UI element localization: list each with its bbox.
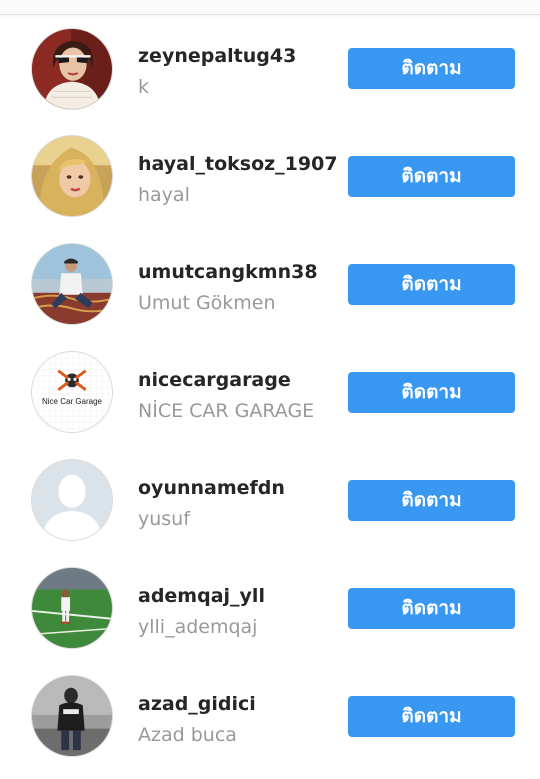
- list-item[interactable]: hayal_toksoz_1907 hayal ติดตาม: [0, 123, 540, 231]
- user-texts: nicecargarage NİCE CAR GARAGE: [138, 368, 314, 423]
- logo-text: Nice Car Garage: [41, 397, 103, 406]
- list-item[interactable]: zeynepaltug43 k ติดตาม: [0, 15, 540, 123]
- avatar[interactable]: [31, 675, 113, 757]
- full-name: Azad buca: [138, 724, 237, 746]
- list-item[interactable]: Nice Car Garage nicecargarage NİCE CAR G…: [0, 339, 540, 447]
- username[interactable]: umutcangkmn38: [138, 260, 318, 284]
- follow-button[interactable]: ติดตาม: [348, 696, 515, 737]
- full-name: hayal: [138, 184, 190, 206]
- follow-button[interactable]: ติดตาม: [348, 264, 515, 305]
- list-item[interactable]: oyunnamefdn yusuf ติดตาม: [0, 447, 540, 555]
- user-texts: zeynepaltug43 k: [138, 44, 296, 99]
- user-texts: azad_gidici Azad buca: [138, 692, 256, 747]
- follow-button[interactable]: ติดตาม: [348, 480, 515, 521]
- default-avatar-icon: [32, 460, 112, 540]
- avatar[interactable]: [31, 567, 113, 649]
- profile-photo-icon: [32, 568, 112, 648]
- full-name: yusuf: [138, 508, 190, 530]
- follow-button[interactable]: ติดตาม: [348, 588, 515, 629]
- username[interactable]: zeynepaltug43: [138, 44, 296, 68]
- full-name: ylli_ademqaj: [138, 616, 258, 638]
- full-name: Umut Gökmen: [138, 292, 276, 314]
- list-item[interactable]: umutcangkmn38 Umut Gökmen ติดตาม: [0, 231, 540, 339]
- follow-button[interactable]: ติดตาม: [348, 156, 515, 197]
- avatar[interactable]: [31, 459, 113, 541]
- avatar[interactable]: [31, 135, 113, 217]
- username[interactable]: azad_gidici: [138, 692, 256, 716]
- profile-photo-icon: [32, 244, 112, 324]
- full-name: k: [138, 76, 150, 98]
- user-texts: umutcangkmn38 Umut Gökmen: [138, 260, 318, 315]
- user-texts: hayal_toksoz_1907 hayal: [138, 152, 338, 207]
- list-item[interactable]: ademqaj_yll ylli_ademqaj ติดตาม: [0, 555, 540, 663]
- list-item[interactable]: azad_gidici Azad buca ติดตาม: [0, 663, 540, 771]
- profile-photo-icon: [32, 136, 112, 216]
- profile-photo-icon: [32, 676, 112, 756]
- nice-car-garage-logo: [32, 352, 112, 432]
- top-bar: [0, 0, 540, 15]
- follow-button[interactable]: ติดตาม: [348, 48, 515, 89]
- avatar[interactable]: [31, 243, 113, 325]
- username[interactable]: nicecargarage: [138, 368, 314, 392]
- follow-button[interactable]: ติดตาม: [348, 372, 515, 413]
- username[interactable]: hayal_toksoz_1907: [138, 152, 338, 176]
- user-list: zeynepaltug43 k ติดตาม hayal_toksoz_1907…: [0, 15, 540, 771]
- user-texts: oyunnamefdn yusuf: [138, 476, 285, 531]
- avatar[interactable]: [31, 28, 113, 110]
- full-name: NİCE CAR GARAGE: [138, 400, 315, 422]
- username[interactable]: oyunnamefdn: [138, 476, 285, 500]
- username[interactable]: ademqaj_yll: [138, 584, 265, 608]
- avatar[interactable]: Nice Car Garage: [31, 351, 113, 433]
- user-texts: ademqaj_yll ylli_ademqaj: [138, 584, 265, 639]
- profile-photo-icon: [32, 29, 112, 109]
